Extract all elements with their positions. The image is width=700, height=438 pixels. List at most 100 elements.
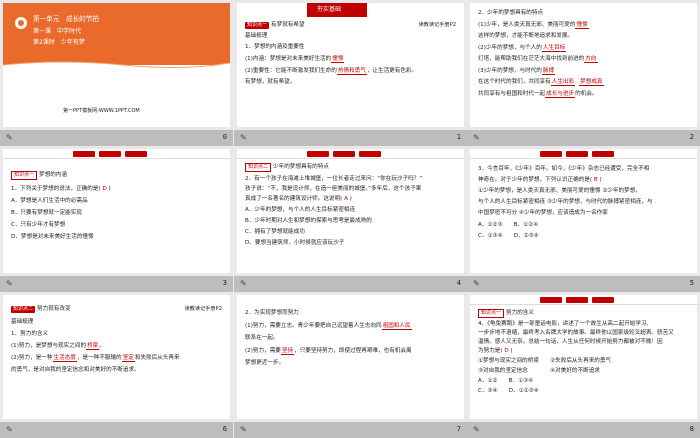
slide-number: 1: [456, 133, 461, 141]
slide-thumb-4[interactable]: 知识点二 少年的梦想具有的特点 2．有一个孩子在海滩上堆城堡，一位长者走过来问：“…: [234, 146, 467, 292]
line: 神奇在。对于少年的梦想，下列认识正确的是( B ): [478, 177, 602, 183]
slide-bar: ✎ 2: [467, 130, 700, 146]
comment-icon[interactable]: ✎: [6, 279, 13, 288]
option: C．拥有了梦想就能成功: [245, 229, 305, 235]
option: C．①③④ D．②③④: [478, 233, 539, 239]
slide-number: 6: [222, 425, 227, 433]
line: (2)努力，需要坚持，只要坚持努力，即使过程再艰难，也有机会离: [245, 348, 412, 355]
top-nav: [470, 149, 697, 159]
line: 孩子说：“不，我是设计师，在造一座美丽的城堡。”多年后，这个孩子果: [245, 186, 422, 192]
line: 2．为实现梦想而努力: [245, 310, 299, 316]
heading: 有梦就有希望: [271, 22, 305, 28]
slide-number: 5: [689, 279, 694, 287]
option: B．只要有梦想就一定能实现: [11, 210, 82, 216]
question: 1．下列关于梦想的说法，正确的是( D ): [11, 186, 111, 192]
heading: 努力的含义: [506, 310, 534, 316]
slide-thumb-6[interactable]: 知识点二 努力就有改变 读教读记手册P2 基础梳理 1．努力的含义 (1)努力，是…: [0, 292, 233, 438]
slide-thumb-8[interactable]: 知识点一 努力的含义 4．《龟兔赛跑》是一部童话电影，讲述了一个故生从高二起开始学…: [467, 292, 700, 438]
line: 联系在一起。: [245, 335, 279, 341]
slide-grid: 第一单元 成长的节拍 第一课 中学时代 第2课时 少年有梦 第一PPT模板网-W…: [0, 0, 700, 438]
comment-icon[interactable]: ✎: [6, 133, 13, 142]
period-title: 第2课时 少年有梦: [33, 39, 85, 46]
lesson-title: 第一课 中学时代: [33, 28, 82, 35]
line: 3．今言百年，《少年》百年。如今，《少年》杂志已经遭受，完全不相: [478, 166, 650, 172]
banner: 夯实基础: [307, 3, 367, 17]
line: 2．少年的梦想具有的特点: [478, 10, 544, 16]
top-nav: [470, 295, 697, 305]
tag: 知识点二: [11, 306, 36, 313]
line: 中国梦密不可分 ④少年的梦想，应该造成为一名作家: [478, 210, 608, 216]
slide-number: 4: [456, 279, 461, 287]
tag: 知识点一: [478, 309, 505, 318]
option: C．只有少年才有梦想: [11, 222, 66, 228]
slide-thumb-7[interactable]: 2．为实现梦想而努力 (1)努力，需要立志。青少年要把自己远望着人生志向同祖国和…: [234, 292, 467, 438]
line: (2)少年的梦想，与个人的人生目标: [478, 45, 567, 52]
line: 的勇气，是对自我的坚定信念和对美好的不断追求。: [11, 367, 140, 373]
slide-content: 2．为实现梦想而努力 (1)努力，需要立志。青少年要把自己远望着人生志向同祖国和…: [237, 295, 464, 419]
slide-thumb-0[interactable]: 第一单元 成长的节拍 第一课 中学时代 第2课时 少年有梦 第一PPT模板网-W…: [0, 0, 233, 146]
comment-icon[interactable]: ✎: [240, 133, 247, 142]
slide-bar: ✎ 7: [234, 422, 467, 438]
heading: 梦想的内涵: [39, 172, 67, 178]
slide-bar: ✎ 8: [467, 422, 700, 438]
line: 1．梦想的内涵及重要性: [245, 44, 305, 50]
line: (2)重要性：它能不断激发我们生命的热情和勇气，让生活更有色彩。: [245, 68, 418, 75]
slide-number: 3: [222, 279, 227, 287]
line: 有梦想，就有希望。: [245, 79, 296, 85]
slide-number: 0: [222, 133, 227, 141]
line: 共同享有与祖国和时代一起成长与进步的机会。: [478, 91, 598, 98]
comment-icon[interactable]: ✎: [240, 425, 247, 434]
line: 这样的梦想，才能不断地追求和发展。: [478, 33, 574, 39]
reference: 读教读记手册P2: [418, 22, 456, 28]
top-nav: [237, 149, 464, 159]
circle-logo-icon: [15, 17, 27, 29]
slide-bar: ✎ 4: [234, 276, 467, 292]
slide-bar: ✎ 0: [0, 130, 233, 146]
tag: 知识点一: [11, 171, 38, 180]
option: C．③④ D．①②③④: [478, 388, 539, 394]
option: ③对自我的坚定信念 ④对美好的不断追求: [478, 368, 600, 374]
line: 在这个时代的我们，共同享有人生出彩 梦想成真: [478, 79, 604, 86]
line: 一步步地不退缩，最终考入名牌大学的故事。最终他以国家级轮叉超表。骄苦又: [478, 330, 674, 336]
slide-content: 知识点二 少年的梦想具有的特点 2．有一个孩子在海滩上堆城堡，一位长者走过来问：“…: [237, 149, 464, 273]
option: B．少年时期对人生和梦想的探索与思考是最成熟的: [245, 218, 372, 224]
line: (1)努力，需要立志。青少年要把自己远望着人生志向同祖国和人民: [245, 323, 412, 330]
option: A．①②③ B．①②④: [478, 222, 539, 228]
slide-content: 知识点一 努力的含义 4．《龟兔赛跑》是一部童话电影，讲述了一个故生从高二起开始学…: [470, 295, 697, 419]
slide-number: 7: [456, 425, 461, 433]
line: 灯塔，能帮助我们在茫茫大海中找到前进的方向: [478, 56, 598, 63]
line: (3)少年的梦想，与时代的脉搏: [478, 68, 556, 75]
option: D．梦想是对未来美好生活的憧憬: [11, 234, 94, 240]
line: ①少年的梦想，是人类天真无邪、美丽可爱的憧憬 ②少年的梦想，: [478, 188, 641, 194]
slide-thumb-5[interactable]: 3．今言百年，《少年》百年。如今，《少年》杂志已经遭受，完全不相 神奇在。对于少…: [467, 146, 700, 292]
option: A．少年的梦想，与个人的人生目标紧密相连: [245, 207, 356, 213]
heading: 努力就有改变: [37, 306, 71, 312]
line: 2．有一个孩子在海滩上堆城堡，一位长者走过来问：“你在玩沙子吗？”: [245, 176, 423, 182]
slide-thumb-3[interactable]: 知识点一 梦想的内涵 1．下列关于梦想的说法，正确的是( D ) A．梦想是人们生…: [0, 146, 233, 292]
comment-icon[interactable]: ✎: [473, 425, 480, 434]
slide-number: 2: [689, 133, 694, 141]
slide-content: 2．少年的梦想具有的特点 (1)少年，是人类天真无邪、美丽可爱的憧憬 这样的梦想…: [470, 3, 697, 127]
slide-content: 夯实基础 知识点一 有梦就有希望 读教读记手册P2 基础梳理 1．梦想的内涵及重要…: [237, 3, 464, 127]
comment-icon[interactable]: ✎: [6, 425, 13, 434]
slide-content: 知识点一 梦想的内涵 1．下列关于梦想的说法，正确的是( D ) A．梦想是人们生…: [3, 149, 230, 273]
tag: 知识点二: [245, 163, 272, 172]
comment-icon[interactable]: ✎: [473, 279, 480, 288]
slide-thumb-1[interactable]: 夯实基础 知识点一 有梦就有希望 读教读记手册P2 基础梳理 1．梦想的内涵及重要…: [234, 0, 467, 146]
line: (1)内涵：梦想是对未来美好生活的憧憬: [245, 56, 345, 63]
option: A．梦想是人们生活中的必需品: [11, 198, 88, 204]
line: (1)努力，是梦想与现实之间的桥梁。: [11, 343, 105, 350]
wave-decoration: [3, 61, 230, 71]
slide-bar: ✎ 1: [234, 130, 467, 146]
comment-icon[interactable]: ✎: [473, 133, 480, 142]
option: A．①② B．①③④: [478, 378, 534, 384]
line: 梦想更近一步。: [245, 360, 285, 366]
line: 基础梳理: [11, 319, 34, 325]
slide-bar: ✎ 6: [0, 422, 233, 438]
reference: 读教读记手册P2: [184, 306, 222, 312]
slide-thumb-2[interactable]: 2．少年的梦想具有的特点 (1)少年，是人类天真无邪、美丽可爱的憧憬 这样的梦想…: [467, 0, 700, 146]
slide-content: 3．今言百年，《少年》百年。如今，《少年》杂志已经遭受，完全不相 神奇在。对于少…: [470, 149, 697, 273]
slide-content: 第一单元 成长的节拍 第一课 中学时代 第2课时 少年有梦 第一PPT模板网-W…: [3, 3, 230, 127]
slide-bar: ✎ 3: [0, 276, 233, 292]
comment-icon[interactable]: ✎: [240, 279, 247, 288]
